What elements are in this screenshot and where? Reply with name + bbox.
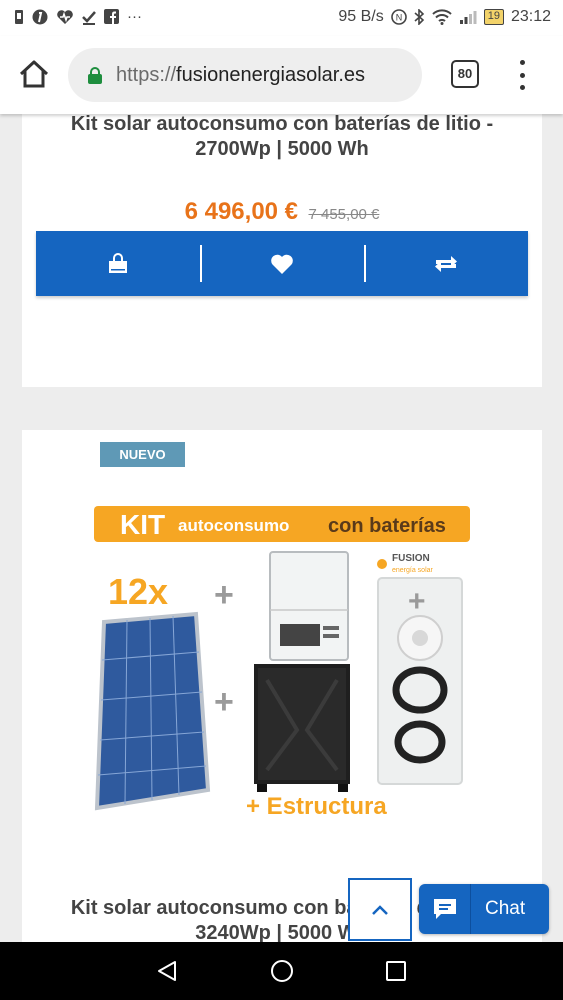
brand-top: FUSION: [392, 553, 430, 564]
home-circle-icon[interactable]: [270, 959, 294, 983]
facebook-icon: [104, 9, 119, 24]
banner-end: con baterías: [328, 515, 446, 537]
health-icon: [57, 9, 73, 24]
url-host: fusionenergiasolar.es: [176, 63, 366, 86]
chat-icon-container: [419, 884, 471, 934]
lock-icon: [88, 67, 102, 84]
accessories-panel: +: [377, 577, 463, 785]
chat-bubble-icon: [433, 899, 456, 919]
brand-logo: FUSION energía solar: [377, 553, 434, 574]
nfc-icon: N: [390, 9, 407, 25]
inverter: [269, 551, 349, 661]
chat-button[interactable]: Chat: [419, 884, 549, 934]
product-actions: [36, 231, 528, 296]
plus-sign: +: [214, 576, 234, 614]
brand-bottom: energía solar: [392, 567, 434, 574]
address-bar[interactable]: https://fusionenergiasolar.es: [68, 48, 422, 102]
add-to-cart-button[interactable]: [36, 231, 200, 296]
chevron-up-icon: [372, 904, 388, 915]
wifi-icon: [432, 9, 452, 25]
pinterest-icon: [32, 9, 48, 24]
signal-icon: [459, 11, 477, 24]
url-scheme: https://: [116, 63, 177, 86]
notification-icons: ···: [14, 8, 142, 25]
original-price: 7 455,00 €: [308, 206, 380, 223]
home-icon: [19, 60, 49, 88]
shopping-bag-icon: [109, 252, 127, 273]
solar-panel: [94, 611, 211, 811]
notification-icon: [15, 9, 23, 24]
product-title[interactable]: Kit solar autoconsumo con baterías de li…: [22, 114, 542, 162]
price-row: 6 496,00 € 7 455,00 €: [22, 198, 542, 226]
overflow-menu-button[interactable]: [515, 60, 529, 90]
home-button[interactable]: [16, 56, 52, 92]
svg-text:N: N: [395, 13, 402, 23]
scroll-to-top-button[interactable]: [348, 878, 412, 941]
structure-label: + Estructura: [246, 793, 387, 820]
url-text: https://fusionenergiasolar.es: [116, 64, 365, 87]
more-notifications-icon: ···: [127, 8, 142, 25]
net-speed: 95 B/s: [338, 8, 384, 25]
page-content: Kit solar autoconsumo con baterías de li…: [0, 114, 563, 942]
clock: 23:12: [510, 8, 551, 25]
banner-mid: autoconsumo: [178, 516, 289, 535]
battery-cabinet: [254, 664, 350, 792]
download-done-icon: [82, 10, 96, 25]
back-icon[interactable]: [156, 960, 178, 982]
sale-price: 6 496,00 €: [184, 198, 299, 225]
battery-indicator: 19: [483, 9, 504, 25]
product-image[interactable]: KIT autoconsumo con baterías 12x + + + F…: [92, 500, 477, 830]
plus-sign: +: [214, 683, 234, 721]
new-badge: NUEVO: [100, 442, 185, 467]
product-card: NUEVO KIT autoconsumo con baterías 12x +…: [22, 430, 542, 942]
banner-kit: KIT: [120, 509, 165, 540]
plus-sign: +: [408, 585, 426, 618]
product-card: Kit solar autoconsumo con baterías de li…: [22, 114, 542, 387]
bluetooth-icon: [414, 9, 424, 25]
heart-icon: [271, 254, 293, 274]
browser-toolbar: https://fusionenergiasolar.es 80: [0, 36, 563, 114]
compare-button[interactable]: [364, 231, 528, 296]
status-bar: ··· 95 B/s N 19 23:12: [0, 0, 563, 36]
system-navigation-bar: [0, 942, 563, 1000]
chat-label: Chat: [485, 898, 526, 919]
tab-switcher-button[interactable]: 80: [451, 60, 479, 88]
compare-arrows-icon: [435, 255, 457, 272]
recents-icon[interactable]: [386, 961, 406, 981]
system-status: 95 B/s N 19 23:12: [338, 8, 551, 26]
panel-count: 12x: [108, 571, 168, 612]
add-to-wishlist-button[interactable]: [200, 231, 364, 296]
